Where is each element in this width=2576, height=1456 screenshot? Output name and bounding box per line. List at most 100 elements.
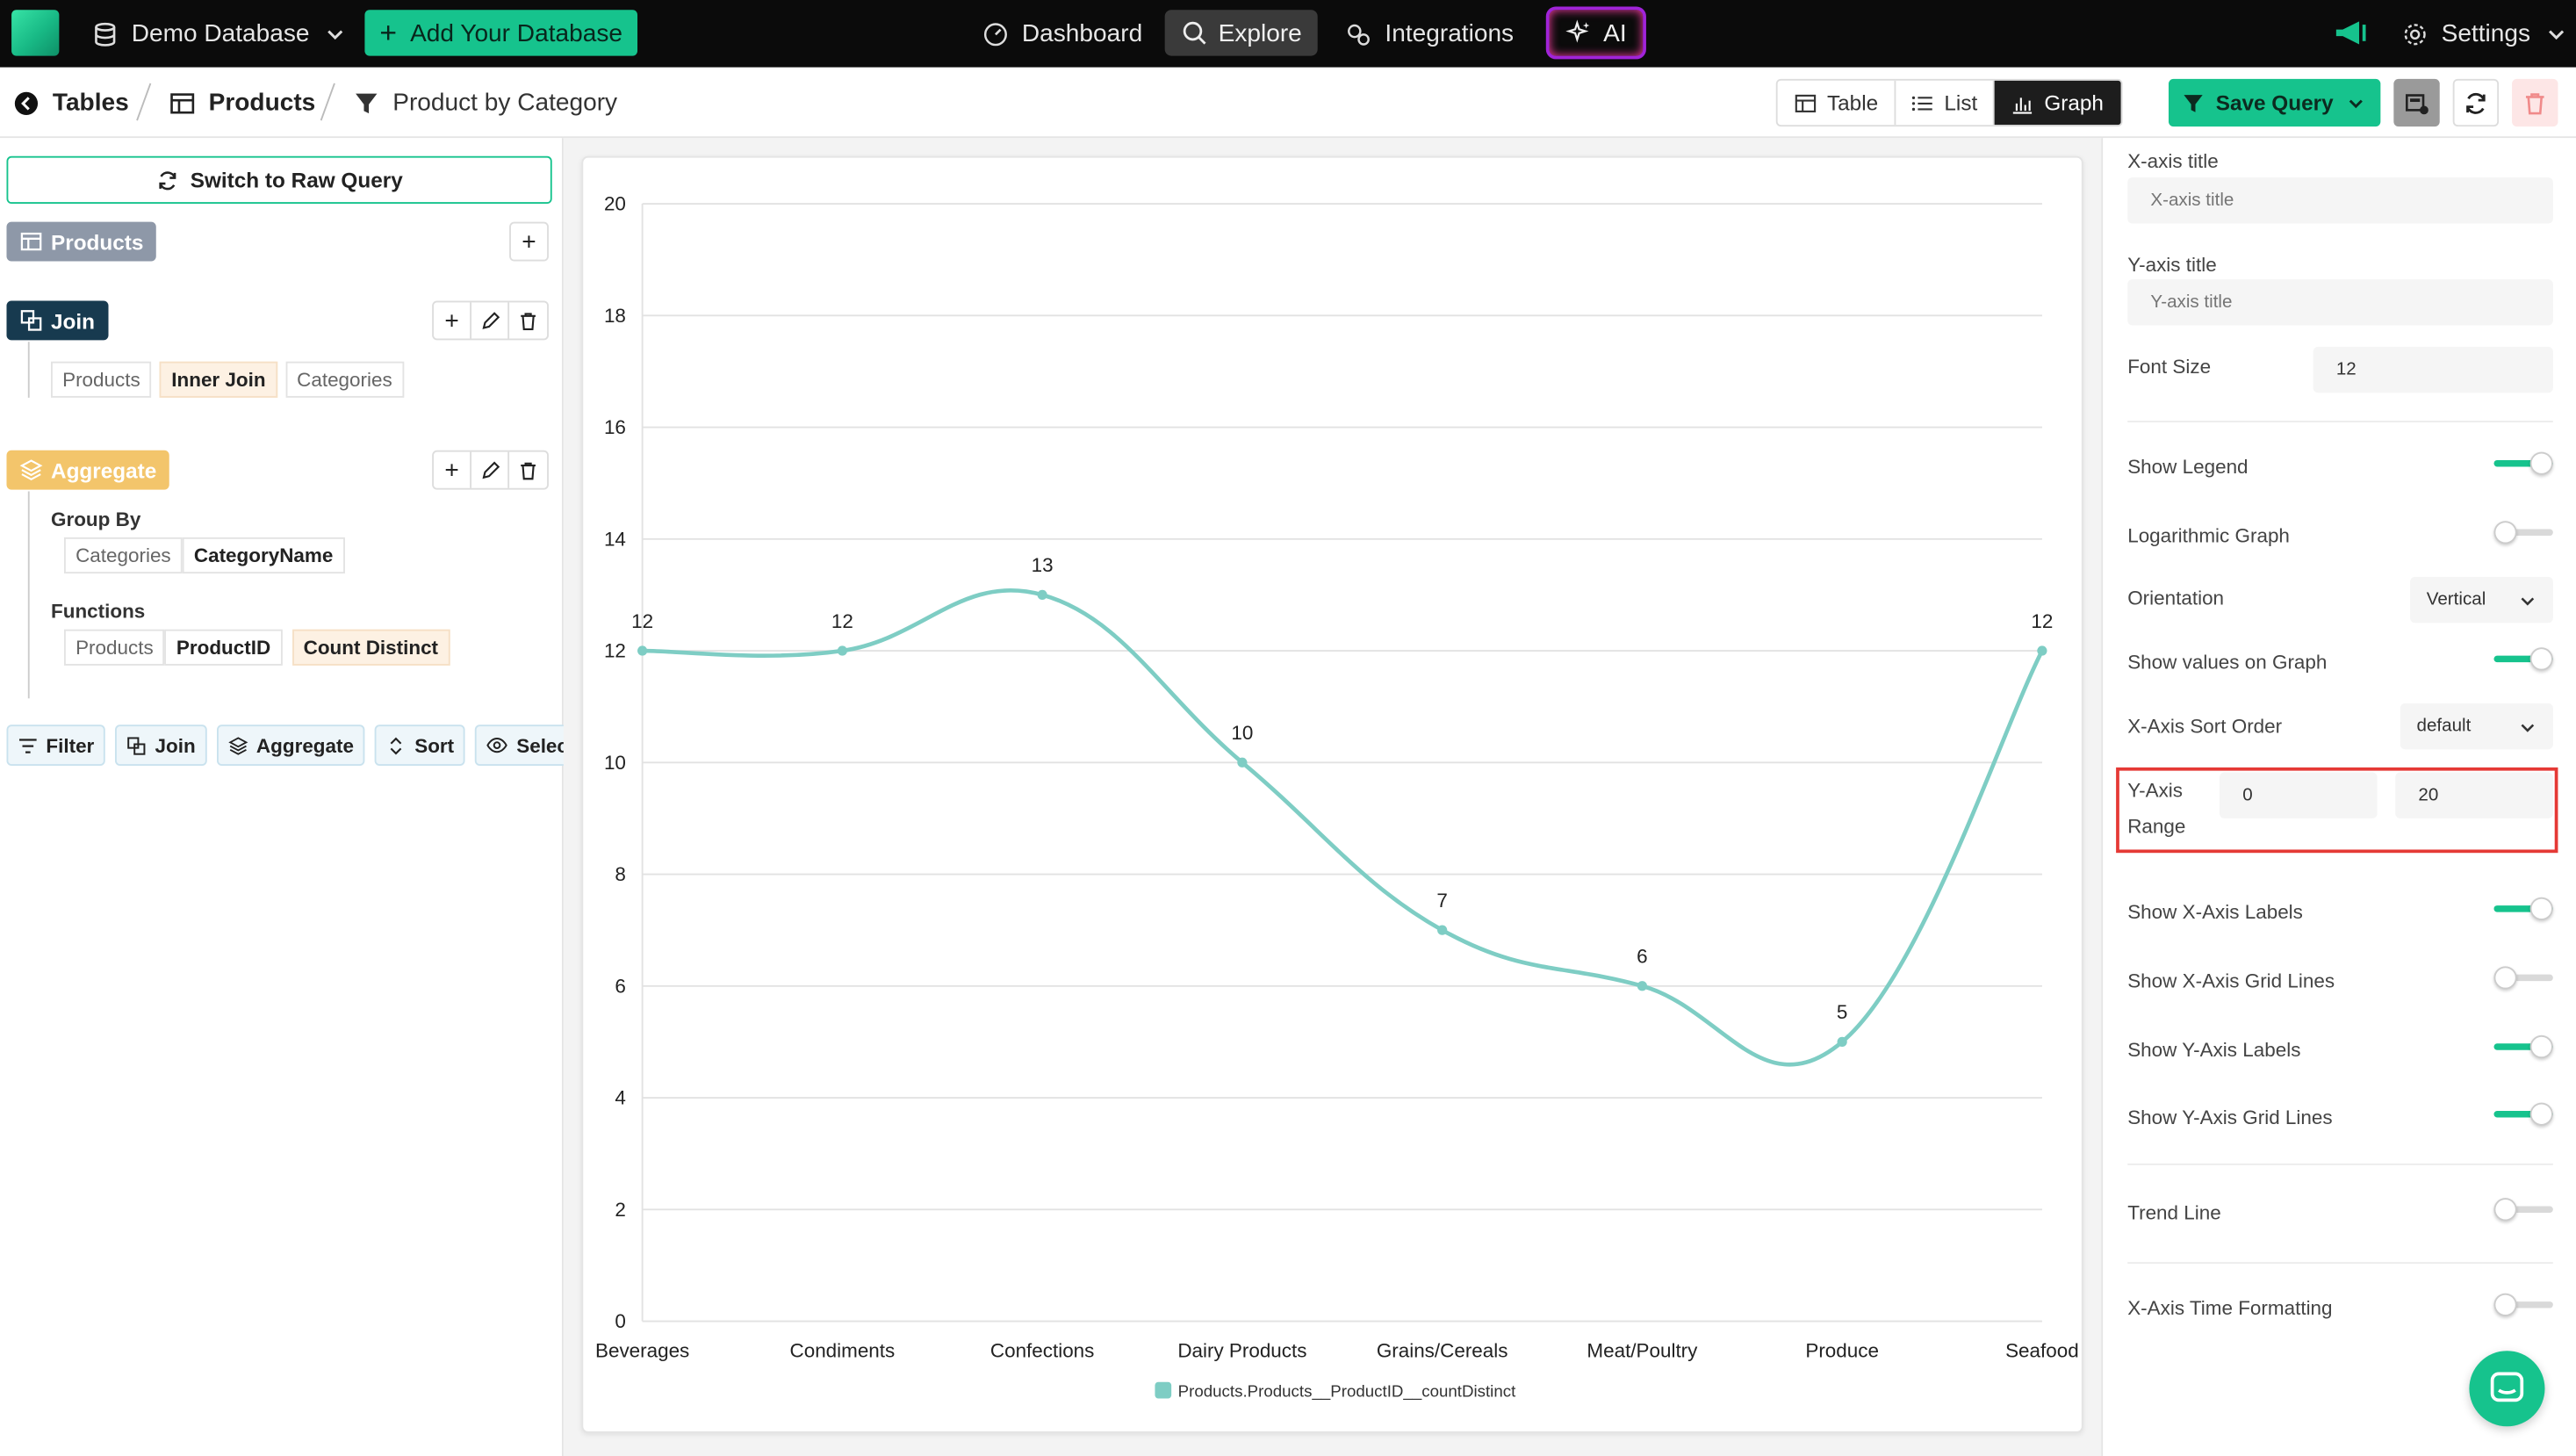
query-builder-panel: Switch to Raw Query Products + Join + Pr…	[0, 138, 586, 1456]
view-graph-button[interactable]: Graph	[1994, 80, 2121, 126]
show-y-labels-toggle[interactable]	[2493, 1034, 2553, 1059]
join-right-table[interactable]: Categories	[285, 361, 404, 398]
switch-raw-query-button[interactable]: Switch to Raw Query	[6, 155, 552, 205]
sort-tool-button[interactable]: Sort	[375, 724, 466, 767]
y-tick-label: 8	[615, 863, 625, 885]
save-query-label: Save Query	[2215, 90, 2334, 115]
join-add-button[interactable]: +	[434, 302, 472, 339]
filter-tool-button[interactable]: Filter	[6, 724, 106, 767]
function-name[interactable]: Count Distinct	[291, 629, 450, 666]
nav-ai[interactable]: AI	[1545, 6, 1646, 60]
join-tool-button[interactable]: Join	[115, 724, 207, 767]
time-format-label: X-Axis Time Formatting	[2127, 1296, 2333, 1320]
breadcrumb-products[interactable]: Products	[169, 68, 316, 138]
y-axis-max-input[interactable]: 20	[2395, 772, 2553, 818]
nav-ai-label: AI	[1603, 18, 1627, 47]
breadcrumb-query-label: Product by Category	[392, 89, 618, 117]
font-size-input[interactable]: 12	[2313, 346, 2553, 393]
y-axis-title-label: Y-axis title	[2127, 253, 2217, 277]
log-graph-toggle[interactable]	[2493, 521, 2553, 544]
megaphone-icon[interactable]	[2333, 18, 2369, 48]
view-list-button[interactable]: List	[1896, 80, 1995, 126]
sort-order-select[interactable]: default	[2400, 703, 2553, 750]
database-selector[interactable]: Demo Database	[92, 0, 349, 68]
orientation-value: Vertical	[2426, 589, 2486, 610]
legend-swatch	[1155, 1381, 1172, 1399]
breadcrumb-tables[interactable]: Tables	[13, 68, 129, 138]
function-table[interactable]: Products	[63, 629, 165, 666]
nav-dashboard[interactable]: Dashboard	[982, 0, 1142, 68]
step-toolbar: Filter Join Aggregate Sort Select	[6, 724, 586, 767]
aggregate-edit-button[interactable]	[471, 451, 510, 488]
add-database-button[interactable]: + Add Your Database	[364, 10, 638, 56]
breadcrumb-separator	[136, 83, 152, 121]
y-axis-title-input[interactable]	[2127, 279, 2553, 326]
y-tick-label: 10	[604, 752, 626, 774]
trash-icon	[521, 312, 536, 330]
list-icon	[1912, 95, 1933, 111]
aggregate-tool-label: Aggregate	[255, 733, 354, 757]
y-tick-label: 12	[604, 640, 626, 662]
show-x-grid-toggle[interactable]	[2493, 966, 2553, 990]
show-y-grid-toggle[interactable]	[2493, 1102, 2553, 1126]
data-point	[1637, 981, 1648, 991]
save-query-button[interactable]: Save Query	[2168, 78, 2381, 127]
gauge-icon	[983, 22, 1007, 46]
time-format-toggle[interactable]	[2493, 1293, 2553, 1316]
join-block-tag[interactable]: Join	[6, 300, 109, 341]
nav-integrations-label: Integrations	[1385, 19, 1515, 48]
y-axis-min-input[interactable]: 0	[2219, 772, 2378, 818]
show-values-toggle[interactable]	[2493, 647, 2553, 671]
breadcrumb-separator	[320, 83, 335, 121]
view-table-button[interactable]: Table	[1778, 80, 1896, 126]
refresh-button[interactable]	[2452, 78, 2500, 127]
nav-integrations[interactable]: Integrations	[1346, 0, 1515, 68]
orientation-select[interactable]: Vertical	[2410, 576, 2553, 623]
y-tick-label: 18	[604, 305, 626, 327]
aggregate-tool-button[interactable]: Aggregate	[217, 724, 366, 767]
source-table-tag[interactable]: Products	[6, 221, 157, 262]
trend-line-toggle[interactable]	[2493, 1198, 2553, 1222]
function-field[interactable]: ProductID	[164, 629, 283, 666]
show-legend-toggle[interactable]	[2493, 451, 2553, 475]
x-tick-label: Produce	[1805, 1340, 1879, 1362]
x-tick-label: Condiments	[790, 1340, 896, 1362]
group-by-field[interactable]: CategoryName	[182, 537, 345, 574]
app-logo[interactable]	[11, 10, 60, 56]
add-to-dashboard-button[interactable]	[2393, 78, 2440, 127]
y-tick-label: 6	[615, 975, 625, 997]
filter-tool-label: Filter	[46, 733, 95, 757]
settings-menu[interactable]: Settings	[2402, 0, 2570, 68]
data-point	[837, 645, 848, 656]
database-icon	[95, 21, 116, 46]
aggregate-delete-button[interactable]	[509, 452, 547, 488]
aggregate-block-tag[interactable]: Aggregate	[6, 450, 170, 490]
x-axis-title-input[interactable]	[2127, 177, 2553, 224]
join-edit-button[interactable]	[471, 302, 510, 339]
show-x-labels-toggle[interactable]	[2493, 897, 2553, 920]
y-tick-label: 14	[604, 528, 626, 550]
group-by-label: Group By	[51, 508, 141, 531]
breadcrumb: Tables Products Product by Category Tabl…	[0, 67, 2576, 139]
gear-icon	[2404, 23, 2426, 45]
support-chat-button[interactable]	[2469, 1351, 2545, 1427]
join-left-table[interactable]: Products	[51, 361, 152, 398]
delete-query-button[interactable]	[2512, 78, 2558, 127]
join-type[interactable]: Inner Join	[160, 361, 277, 398]
pencil-icon	[481, 311, 500, 328]
aggregate-add-button[interactable]: +	[434, 451, 472, 488]
chart-area: 0 2 4 6 8 10 12 14 16 18 20 Beverages Condiments Con…	[563, 138, 2102, 1456]
x-tick-label: Dairy Products	[1177, 1340, 1306, 1362]
breadcrumb-products-label: Products	[208, 89, 316, 117]
funnel-icon	[2183, 94, 2203, 112]
data-value-label: 6	[1637, 946, 1647, 968]
join-delete-button[interactable]	[509, 302, 547, 338]
add-step-button[interactable]: +	[509, 221, 549, 262]
dashboard-add-icon	[2405, 93, 2428, 114]
data-value-label: 7	[1436, 890, 1447, 912]
join-icon	[127, 736, 147, 754]
nav-explore[interactable]: Explore	[1164, 10, 1318, 56]
x-tick-label: Confections	[990, 1340, 1094, 1362]
group-by-table[interactable]: Categories	[63, 537, 183, 574]
y-axis-range-label-2: Range	[2127, 815, 2186, 839]
